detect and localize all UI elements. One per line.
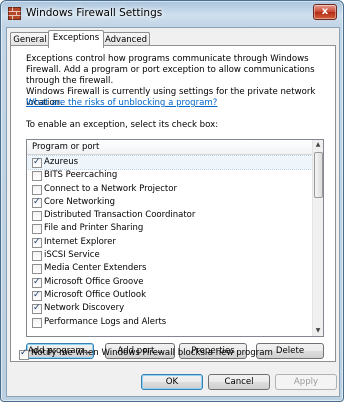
dialog-body: General Exceptions Advanced Exceptions c…: [6, 27, 340, 397]
exception-label: Connect to a Network Projector: [44, 183, 177, 194]
exception-checkbox[interactable]: [32, 236, 42, 249]
exception-label: Microsoft Office Outlook: [44, 289, 146, 300]
ok-button[interactable]: OK: [141, 374, 203, 390]
list-item[interactable]: Media Center Extenders: [27, 262, 312, 275]
list-item[interactable]: Distributed Transaction Coordinator: [27, 209, 312, 222]
exceptions-panel: Exceptions control how programs communic…: [10, 45, 336, 362]
exception-label: Microsoft Office Groove: [44, 276, 144, 287]
exception-checkbox[interactable]: [32, 289, 42, 302]
list-scrollbar[interactable]: ▲ ▼: [312, 140, 323, 336]
apply-button[interactable]: Apply: [275, 374, 337, 390]
list-item[interactable]: Microsoft Office Groove: [27, 276, 312, 289]
exception-checkbox[interactable]: [32, 224, 42, 235]
exception-label: BITS Peercaching: [44, 170, 118, 181]
exception-checkbox[interactable]: [32, 302, 42, 315]
close-icon: x: [321, 6, 329, 17]
firewall-settings-window: Windows Firewall Settings x General Exce…: [0, 0, 344, 402]
exception-checkbox[interactable]: [32, 317, 42, 328]
list-item[interactable]: Azureus: [27, 154, 313, 171]
instruction-text: To enable an exception, select its check…: [26, 120, 219, 130]
list-item[interactable]: Connect to a Network Projector: [27, 183, 312, 196]
close-button[interactable]: x: [313, 4, 337, 20]
list-item[interactable]: Performance Logs and Alerts: [27, 316, 312, 329]
exception-checkbox[interactable]: [32, 184, 42, 195]
list-item[interactable]: Internet Explorer: [27, 236, 312, 249]
scroll-up-icon[interactable]: ▲: [313, 140, 323, 150]
exception-label: Performance Logs and Alerts: [44, 316, 167, 327]
list-item[interactable]: iSCSI Service: [27, 249, 312, 262]
exception-label: Network Discovery: [44, 303, 125, 314]
list-item[interactable]: Core Networking: [27, 196, 312, 209]
scroll-thumb[interactable]: [314, 152, 323, 198]
exception-checkbox[interactable]: [32, 171, 42, 182]
exception-label: Core Networking: [44, 196, 116, 207]
exceptions-list[interactable]: Program or port Azureus BITS Peercaching C…: [26, 139, 324, 337]
exception-rows: Azureus BITS Peercaching Connect to a Netw…: [27, 154, 313, 329]
exception-label: File and Printer Sharing: [44, 223, 144, 234]
list-item[interactable]: Network Discovery: [27, 302, 312, 315]
title-bar[interactable]: Windows Firewall Settings x: [1, 1, 343, 25]
firewall-icon: [8, 7, 21, 20]
list-item[interactable]: Microsoft Office Outlook: [27, 289, 312, 302]
exception-checkbox[interactable]: [32, 264, 42, 275]
exception-checkbox[interactable]: [32, 276, 42, 289]
tab-exceptions[interactable]: Exceptions: [48, 30, 104, 48]
cancel-button[interactable]: Cancel: [208, 374, 270, 390]
exception-label: Internet Explorer: [44, 236, 116, 247]
exception-label: iSCSI Service: [44, 250, 100, 261]
exception-label: Distributed Transaction Coordinator: [44, 210, 196, 221]
scroll-down-icon[interactable]: ▼: [313, 326, 323, 336]
exception-checkbox[interactable]: [32, 251, 42, 262]
list-item[interactable]: File and Printer Sharing: [27, 222, 312, 235]
notify-label: Notify me when Windows Firewall blocks a…: [31, 348, 273, 358]
list-item[interactable]: BITS Peercaching: [27, 169, 312, 182]
column-header-program-or-port[interactable]: Program or port: [27, 140, 317, 155]
exception-checkbox[interactable]: [32, 156, 42, 169]
window-title: Windows Firewall Settings: [26, 7, 163, 19]
exception-label: Media Center Extenders: [44, 263, 147, 274]
notify-checkbox[interactable]: [19, 348, 29, 360]
intro-text: Exceptions control how programs communic…: [26, 54, 315, 86]
risk-help-link[interactable]: What are the risks of unblocking a progr…: [26, 98, 326, 109]
exception-checkbox[interactable]: [32, 196, 42, 209]
exception-label: Azureus: [44, 157, 79, 167]
exception-checkbox[interactable]: [32, 211, 42, 222]
